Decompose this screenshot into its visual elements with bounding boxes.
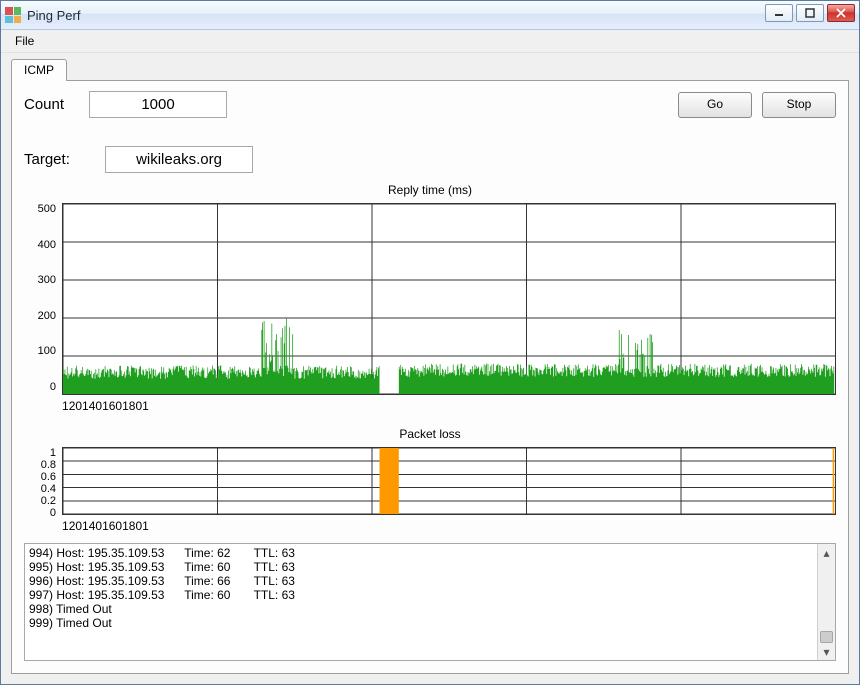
tab-panel-icmp: Count 1000 Go Stop Target: wikileaks.org…: [11, 80, 849, 674]
titlebar: Ping Perf: [1, 1, 859, 30]
log-text[interactable]: 994) Host: 195.35.109.53 Time: 62 TTL: 6…: [25, 544, 817, 660]
scroll-down-icon[interactable]: ▾: [818, 643, 835, 660]
close-icon: [836, 8, 846, 18]
count-input[interactable]: 1000: [89, 91, 227, 118]
chart2-plot: [62, 447, 836, 515]
chart1-plot: [62, 203, 836, 395]
scroll-up-icon[interactable]: ▴: [818, 544, 835, 561]
tab-icmp[interactable]: ICMP: [11, 59, 67, 81]
close-button[interactable]: [827, 4, 855, 22]
chart2-title: Packet loss: [24, 427, 836, 441]
action-buttons: Go Stop: [678, 92, 836, 118]
go-button[interactable]: Go: [678, 92, 752, 118]
chart1-title: Reply time (ms): [24, 183, 836, 197]
client-area: ICMP Count 1000 Go Stop Target: wikileak…: [1, 53, 859, 684]
stop-button[interactable]: Stop: [762, 92, 836, 118]
log-output: 994) Host: 195.35.109.53 Time: 62 TTL: 6…: [24, 543, 836, 661]
charts-area: Reply time (ms) 5004003002001000 1201401…: [24, 179, 836, 533]
chart1-ylabels: 5004003002001000: [24, 203, 62, 393]
log-scrollbar[interactable]: ▴ ▾: [817, 544, 835, 660]
app-icon: [5, 7, 21, 23]
target-row: Target: wikileaks.org: [24, 146, 836, 173]
count-row: Count 1000 Go Stop: [24, 91, 836, 118]
chart1-wrap: 5004003002001000: [24, 203, 836, 395]
chart2-ylabels: 10.80.60.40.20: [24, 447, 62, 513]
scroll-thumb[interactable]: [820, 631, 833, 643]
tabstrip: ICMP: [11, 59, 849, 81]
chart2-wrap: 10.80.60.40.20: [24, 447, 836, 515]
target-input[interactable]: wikileaks.org: [105, 146, 253, 173]
chart2-xlabels-wrap: 1201401601801: [24, 519, 836, 533]
maximize-button[interactable]: [796, 4, 824, 22]
menubar: File: [1, 30, 859, 53]
minimize-icon: [774, 8, 784, 18]
chart1-xlabels-wrap: 1201401601801: [24, 399, 836, 413]
maximize-icon: [805, 8, 815, 18]
minimize-button[interactable]: [765, 4, 793, 22]
app-window: Ping Perf File ICMP Count 1000: [0, 0, 860, 685]
window-title: Ping Perf: [27, 8, 80, 23]
chart2-xlabels: 1201401601801: [62, 519, 836, 533]
target-label: Target:: [24, 151, 89, 168]
menu-file[interactable]: File: [7, 31, 42, 51]
chart1-xlabels: 1201401601801: [62, 399, 836, 413]
count-label: Count: [24, 96, 89, 113]
window-controls: [765, 4, 855, 22]
